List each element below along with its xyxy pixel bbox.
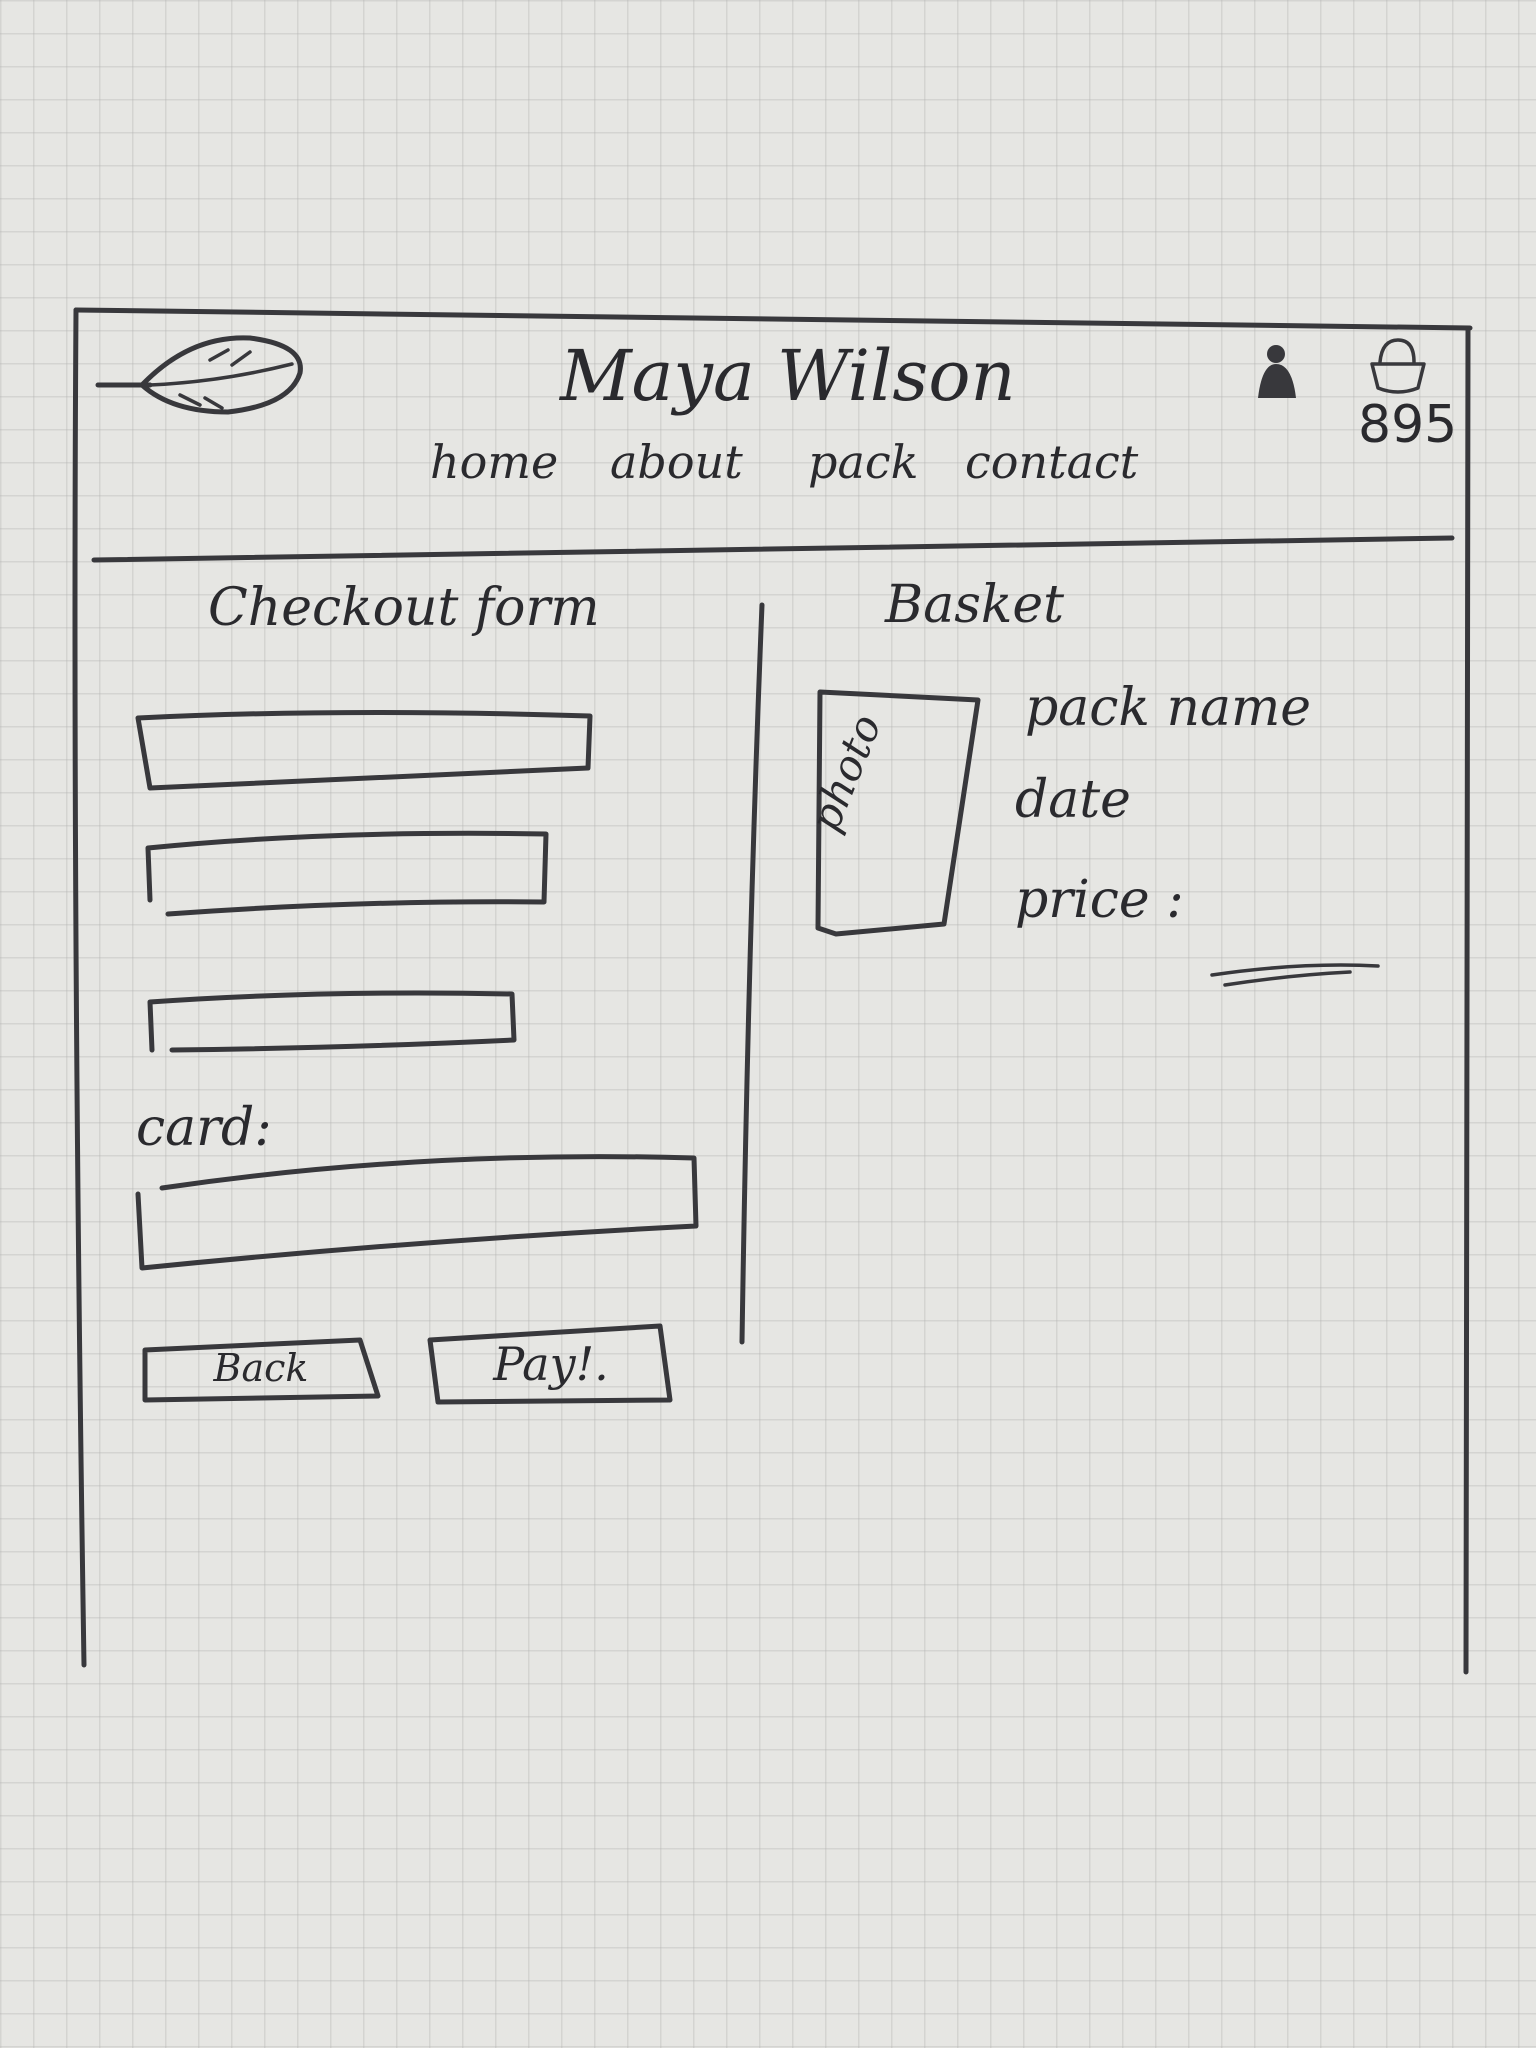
checkout-field-2[interactable]	[150, 836, 545, 896]
user-icon	[1258, 345, 1296, 398]
checkout-field-3[interactable]	[150, 992, 510, 1040]
checkout-field-1[interactable]	[140, 716, 585, 774]
back-button[interactable]: Back	[145, 1340, 377, 1396]
basket-item-date: date	[1015, 770, 1131, 830]
basket-icon	[1370, 338, 1426, 394]
card-input[interactable]	[138, 1166, 693, 1248]
leaf-icon	[95, 335, 303, 415]
price-value-line	[1210, 963, 1380, 987]
page-frame-right	[1463, 327, 1472, 1675]
nav-about[interactable]: about	[610, 435, 743, 489]
basket-item-name: pack name	[1025, 678, 1312, 738]
header-divider	[91, 535, 1455, 563]
card-label: card:	[136, 1098, 272, 1158]
nav-contact[interactable]: contact	[965, 435, 1138, 489]
nav-home[interactable]: home	[430, 435, 558, 489]
column-divider	[739, 602, 765, 1345]
basket-item-price: price :	[1015, 870, 1184, 930]
brand-name: Maya Wilson	[560, 335, 1016, 417]
page-frame-top	[73, 307, 1473, 331]
cart-count: 895	[1358, 395, 1458, 455]
page-frame-left	[72, 307, 87, 1668]
nav-pack[interactable]: pack	[808, 435, 919, 489]
basket-title: Basket	[885, 575, 1065, 635]
checkout-title: Checkout form	[208, 578, 600, 638]
pay-button[interactable]: Pay!.	[432, 1328, 670, 1400]
